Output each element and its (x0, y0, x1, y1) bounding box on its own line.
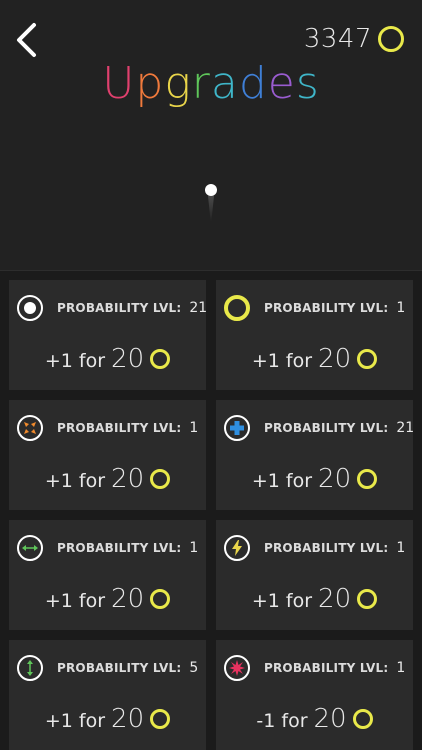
coin-icon (357, 349, 378, 369)
buy-price: 20 (318, 344, 352, 374)
orange-shrink-arrows-icon (17, 415, 43, 441)
buy-price: 20 (111, 584, 145, 614)
probability-label: PROBABILITY LVL: (57, 661, 182, 675)
probability-label: PROBABILITY LVL: (264, 301, 389, 315)
buy-text: +1 for (251, 350, 313, 372)
green-horizontal-arrow-icon (17, 535, 43, 561)
buy-row[interactable]: +1 for 20 (9, 464, 206, 494)
probability-level: 1 (189, 420, 199, 436)
upgrade-card-header: PROBABILITY LVL: 1 (17, 414, 200, 442)
probability-level: 1 (396, 540, 406, 556)
upgrades-screen: 3347 Upgrades PROBABILITY LVL: 21 +1 for… (0, 0, 422, 750)
upgrade-card-1[interactable]: PROBABILITY LVL: 21 +1 for 20 (9, 280, 207, 390)
probability-label: PROBABILITY LVL: (264, 541, 389, 555)
title-letter: r (191, 58, 211, 109)
upgrade-card-header: PROBABILITY LVL: 1 (17, 534, 200, 562)
title-letter: a (210, 58, 239, 109)
coin-icon (357, 589, 378, 609)
coin-icon (150, 349, 171, 369)
title-letter: g (164, 58, 192, 109)
buy-row[interactable]: +1 for 20 (9, 344, 206, 374)
buy-text: +1 for (251, 590, 313, 612)
probability-level: 21 (396, 420, 415, 436)
buy-price: 20 (111, 344, 145, 374)
buy-row[interactable]: +1 for 20 (216, 464, 413, 494)
title-letter: U (102, 58, 136, 109)
buy-text: +1 for (44, 710, 106, 732)
upgrade-card-7[interactable]: PROBABILITY LVL: 5 +1 for 20 (9, 640, 206, 750)
ball-trail (208, 196, 214, 222)
buy-row[interactable]: +1 for 20 (216, 584, 413, 614)
chevron-left-icon (17, 23, 36, 57)
back-button[interactable] (8, 18, 44, 62)
buy-price: 20 (313, 704, 347, 734)
probability-label: PROBABILITY LVL: (57, 541, 182, 555)
buy-price: 20 (318, 464, 352, 494)
coin-count: 3347 (303, 24, 372, 54)
probability-label: PROBABILITY LVL: (264, 661, 389, 675)
coin-icon (150, 589, 171, 609)
title-letter: s (295, 58, 320, 109)
probability-label: PROBABILITY LVL: (57, 301, 182, 315)
coin-icon (357, 469, 378, 489)
buy-text: +1 for (44, 590, 106, 612)
coin-icon (150, 709, 171, 729)
buy-row[interactable]: -1 for 20 (216, 704, 413, 734)
title-letter: p (135, 58, 165, 109)
upgrade-card-header: PROBABILITY LVL: 21 (224, 414, 414, 442)
upgrade-card-3[interactable]: PROBABILITY LVL: 1 +1 for 20 (9, 400, 206, 510)
upgrades-panel: PROBABILITY LVL: 21 +1 for 20 PROBABILIT… (0, 270, 422, 750)
buy-text: +1 for (44, 350, 106, 372)
upgrade-card-header: PROBABILITY LVL: 5 (17, 654, 200, 682)
buy-text: -1 for (256, 710, 308, 732)
coin-icon (378, 26, 404, 52)
page-title: Upgrades (0, 58, 422, 109)
buy-price: 20 (111, 704, 145, 734)
upgrade-card-header: PROBABILITY LVL: 1 (224, 654, 407, 682)
buy-text: +1 for (251, 470, 313, 492)
probability-level: 5 (189, 660, 199, 676)
probability-level: 1 (189, 540, 199, 556)
upgrade-card-2[interactable]: PROBABILITY LVL: 1 +1 for 20 (216, 280, 413, 390)
coin-icon (352, 709, 373, 729)
coin-balance: 3347 (304, 22, 404, 56)
buy-text: +1 for (44, 470, 106, 492)
upgrade-card-8[interactable]: PROBABILITY LVL: 1 -1 for 20 (216, 640, 413, 750)
pink-star-burst-icon (224, 655, 250, 681)
upgrade-card-header: PROBABILITY LVL: 21 (17, 294, 207, 322)
buy-price: 20 (111, 464, 145, 494)
coin-icon (150, 469, 171, 489)
buy-price: 20 (318, 584, 352, 614)
yellow-lightning-icon (224, 535, 250, 561)
title-letter: e (267, 58, 296, 109)
upgrade-card-4[interactable]: PROBABILITY LVL: 21 +1 for 20 (216, 400, 414, 510)
upgrade-card-header: PROBABILITY LVL: 1 (224, 294, 407, 322)
probability-label: PROBABILITY LVL: (57, 421, 182, 435)
blue-plus-icon (224, 415, 250, 441)
buy-row[interactable]: +1 for 20 (9, 704, 206, 734)
upgrade-card-header: PROBABILITY LVL: 1 (224, 534, 407, 562)
yellow-ring-icon (224, 295, 250, 321)
ball-icon (205, 184, 217, 196)
buy-row[interactable]: +1 for 20 (9, 584, 206, 614)
title-letter: d (238, 58, 268, 109)
ball-preview (0, 170, 422, 260)
probability-level: 21 (189, 300, 208, 316)
upgrade-card-5[interactable]: PROBABILITY LVL: 1 +1 for 20 (9, 520, 206, 630)
probability-label: PROBABILITY LVL: (264, 421, 389, 435)
probability-level: 1 (396, 300, 406, 316)
green-vertical-arrow-icon (17, 655, 43, 681)
upgrade-card-6[interactable]: PROBABILITY LVL: 1 +1 for 20 (216, 520, 413, 630)
upgrades-grid: PROBABILITY LVL: 21 +1 for 20 PROBABILIT… (9, 280, 414, 750)
white-dot-icon (17, 295, 43, 321)
probability-level: 1 (396, 660, 406, 676)
buy-row[interactable]: +1 for 20 (216, 344, 413, 374)
